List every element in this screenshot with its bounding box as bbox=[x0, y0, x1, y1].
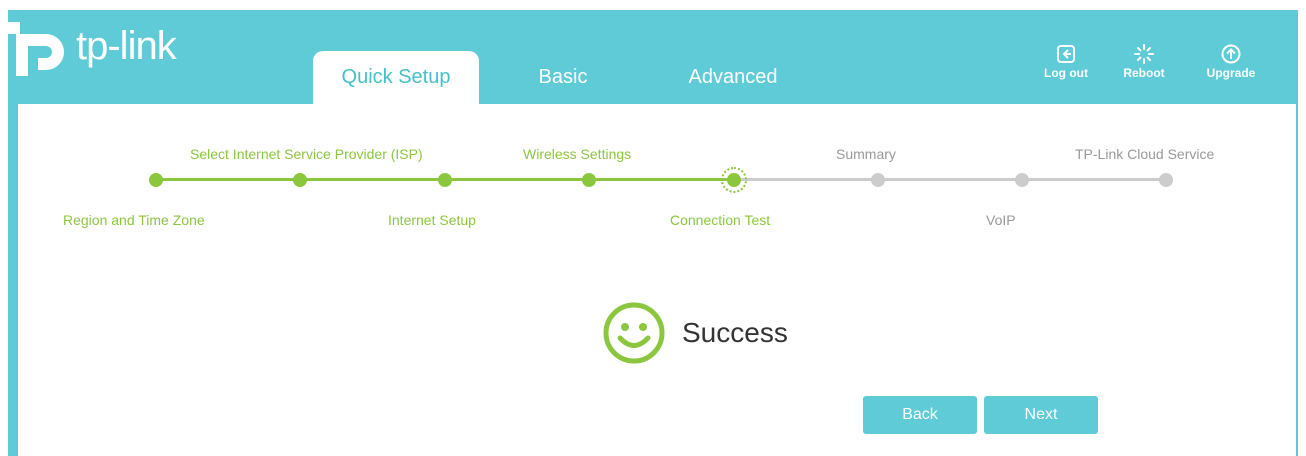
tab-advanced[interactable]: Advanced bbox=[668, 51, 798, 104]
step-label-internet-setup: Internet Setup bbox=[388, 212, 476, 228]
tab-quick-setup[interactable]: Quick Setup bbox=[313, 51, 479, 104]
reboot-icon bbox=[1134, 44, 1154, 64]
quick-setup-panel: Region and Time Zone Select Internet Ser… bbox=[18, 104, 1296, 456]
upgrade-label: Upgrade bbox=[1206, 66, 1256, 80]
logout-label: Log out bbox=[1044, 66, 1088, 80]
upgrade-icon bbox=[1221, 44, 1241, 64]
step-label-cloud-service: TP-Link Cloud Service bbox=[1075, 146, 1215, 162]
step-dot-connection-test-current bbox=[721, 167, 747, 193]
progress-line-pending bbox=[734, 178, 1166, 181]
step-dot-region bbox=[149, 173, 163, 187]
tab-basic[interactable]: Basic bbox=[513, 51, 613, 104]
step-label-summary: Summary bbox=[836, 146, 896, 162]
smiley-icon bbox=[603, 302, 665, 364]
brand-name: tp-link bbox=[76, 23, 177, 68]
step-label-isp: Select Internet Service Provider (ISP) bbox=[190, 146, 423, 162]
logout-icon bbox=[1057, 45, 1075, 63]
step-dot-summary bbox=[871, 173, 885, 187]
reboot-label: Reboot bbox=[1123, 66, 1165, 80]
step-label-voip: VoIP bbox=[986, 212, 1016, 228]
step-label-wireless: Wireless Settings bbox=[523, 146, 632, 162]
step-dot-voip bbox=[1015, 173, 1029, 187]
tp-link-logo: tp-link bbox=[8, 16, 177, 76]
step-label-region: Region and Time Zone bbox=[63, 212, 205, 228]
next-button[interactable]: Next bbox=[984, 396, 1098, 434]
logout-button[interactable]: Log out bbox=[1036, 44, 1096, 80]
reboot-button[interactable]: Reboot bbox=[1114, 44, 1174, 80]
status-text: Success bbox=[682, 317, 788, 348]
router-admin-frame: tp-link Quick Setup Basic Advanced Log o… bbox=[8, 10, 1298, 456]
tp-link-logo-icon bbox=[8, 22, 64, 76]
step-dot-wireless bbox=[582, 173, 596, 187]
upgrade-button[interactable]: Upgrade bbox=[1201, 44, 1261, 80]
back-button[interactable]: Back bbox=[863, 396, 977, 434]
step-dot-cloud-service bbox=[1159, 173, 1173, 187]
step-dot-internet-setup bbox=[438, 173, 452, 187]
step-dot-isp bbox=[293, 173, 307, 187]
connection-result: Success bbox=[602, 301, 788, 365]
step-label-connection-test: Connection Test bbox=[670, 212, 771, 228]
